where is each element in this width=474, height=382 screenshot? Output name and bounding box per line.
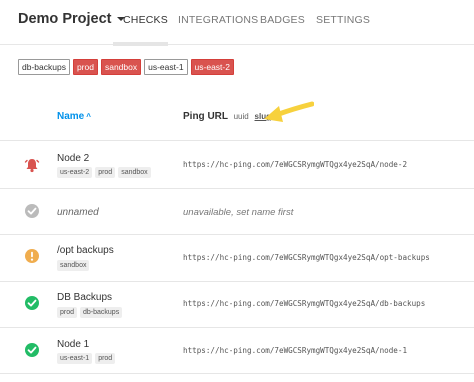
filter-tag-db-backups[interactable]: db-backups bbox=[18, 59, 70, 75]
check-tags: us-east-2 prod sandbox bbox=[57, 167, 151, 178]
name-column-header[interactable]: Name ^ bbox=[57, 111, 91, 122]
filter-tag-us-east-2[interactable]: us-east-2 bbox=[190, 59, 234, 75]
alert-bell-icon bbox=[24, 159, 40, 173]
table-row[interactable]: unnamed unavailable, set name first bbox=[0, 189, 474, 235]
tag: us-east-1 bbox=[57, 353, 93, 364]
check-name: DB Backups bbox=[57, 292, 113, 303]
check-circle-icon bbox=[25, 296, 39, 310]
table-row[interactable]: Node 1 us-east-1 prod https://hc-ping.co… bbox=[0, 328, 474, 374]
ping-url[interactable]: https://hc-ping.com/7eWGCSRymgWTQgx4ye2S… bbox=[183, 160, 407, 169]
highlight-arrow-icon bbox=[264, 101, 314, 122]
table-row[interactable]: /opt backups sandbox https://hc-ping.com… bbox=[0, 235, 474, 281]
sort-up-icon: ^ bbox=[86, 112, 91, 121]
check-tags: us-east-1 prod bbox=[57, 353, 116, 364]
ping-url-column-header: Ping URL uuid slug bbox=[183, 111, 271, 122]
ping-url-unavailable: unavailable, set name first bbox=[183, 207, 294, 218]
active-tab-indicator bbox=[113, 42, 168, 46]
tag: prod bbox=[95, 353, 116, 364]
tab-integrations[interactable]: INTEGRATIONS bbox=[178, 14, 258, 26]
tab-badges[interactable]: BADGES bbox=[260, 14, 305, 26]
format-uuid-option[interactable]: uuid bbox=[234, 112, 249, 121]
check-circle-icon bbox=[25, 204, 39, 218]
tag: us-east-2 bbox=[57, 167, 93, 178]
tag: sandbox bbox=[57, 260, 90, 271]
ping-url[interactable]: https://hc-ping.com/7eWGCSRymgWTQgx4ye2S… bbox=[183, 253, 430, 262]
tab-checks[interactable]: CHECKS bbox=[123, 14, 168, 26]
table-row[interactable]: DB Backups prod db-backups https://hc-pi… bbox=[0, 282, 474, 328]
check-circle-icon bbox=[25, 343, 39, 357]
name-header-label: Name bbox=[57, 111, 85, 122]
check-name: Node 1 bbox=[57, 339, 90, 350]
filter-tag-prod[interactable]: prod bbox=[72, 59, 98, 75]
tag: prod bbox=[95, 167, 116, 178]
tag: sandbox bbox=[118, 167, 151, 178]
check-name: unnamed bbox=[57, 207, 99, 218]
tab-settings[interactable]: SETTINGS bbox=[316, 14, 370, 26]
filter-tag-us-east-1[interactable]: us-east-1 bbox=[144, 59, 188, 75]
project-name: Demo Project bbox=[18, 11, 112, 27]
ping-url[interactable]: https://hc-ping.com/7eWGCSRymgWTQgx4ye2S… bbox=[183, 346, 407, 355]
check-name: Node 2 bbox=[57, 153, 90, 164]
tag-filter-bar: db-backups prod sandbox us-east-1 us-eas… bbox=[18, 59, 234, 75]
filter-tag-sandbox[interactable]: sandbox bbox=[100, 59, 142, 75]
tag: prod bbox=[57, 307, 78, 318]
table-row[interactable]: Node 2 us-east-2 prod sandbox https://hc… bbox=[0, 141, 474, 187]
check-tags: prod db-backups bbox=[57, 307, 123, 318]
check-name: /opt backups bbox=[57, 245, 114, 256]
tag: db-backups bbox=[80, 307, 123, 318]
ping-url[interactable]: https://hc-ping.com/7eWGCSRymgWTQgx4ye2S… bbox=[183, 299, 425, 308]
exclamation-circle-icon bbox=[25, 249, 39, 263]
project-dropdown[interactable]: Demo Project bbox=[18, 11, 126, 27]
check-tags: sandbox bbox=[57, 260, 90, 271]
navbar: Demo Project CHECKS INTEGRATIONS BADGES … bbox=[0, 0, 474, 46]
ping-url-header-label: Ping URL bbox=[183, 111, 228, 122]
divider bbox=[0, 373, 474, 374]
